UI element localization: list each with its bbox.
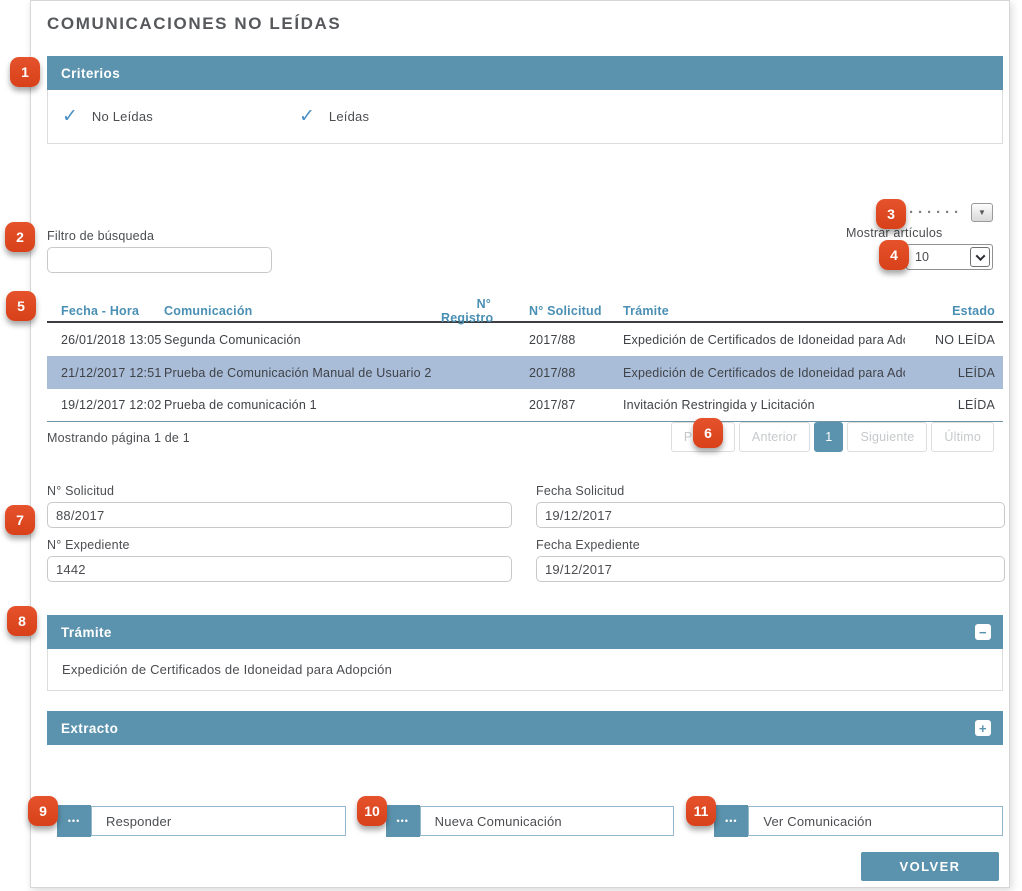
pagination-next-button[interactable]: Siguiente <box>847 422 927 452</box>
cell-tramite: Expedición de Certificados de Idoneidad … <box>609 366 905 380</box>
cell-estado: LEÍDA <box>905 398 1005 412</box>
table-row-selected[interactable]: 21/12/2017 12:51 Prueba de Comunicación … <box>47 356 1003 389</box>
criterios-title: Criterios <box>61 66 120 81</box>
cell-solicitud: 2017/87 <box>491 398 609 412</box>
annotation-badge-5: 5 <box>6 291 36 321</box>
col-header-solicitud[interactable]: N° Solicitud <box>491 304 609 318</box>
dots-menu-icon: ······ <box>909 205 963 220</box>
collapse-minus-icon[interactable]: − <box>975 624 991 640</box>
n-solicitud-label: N° Solicitud <box>47 484 512 499</box>
criterios-body: ✓ No Leídas ✓ Leídas <box>47 90 1003 144</box>
pagination-row: Mostrando página 1 de 1 Primer Anterior … <box>47 422 1003 452</box>
main-panel: COMUNICACIONES NO LEÍDAS Criterios ✓ No … <box>30 0 1010 888</box>
fecha-solicitud-label: Fecha Solicitud <box>536 484 1005 499</box>
page-size-value: 10 <box>907 250 970 264</box>
responder-label: Responder <box>91 806 346 836</box>
tramite-section: Trámite − Expedición de Certificados de … <box>47 615 1003 691</box>
annotation-badge-7: 7 <box>5 505 35 535</box>
cell-estado: NO LEÍDA <box>905 333 1005 347</box>
page-title: COMUNICACIONES NO LEÍDAS <box>47 13 1003 35</box>
checkbox-no-leidas[interactable]: ✓ No Leídas <box>62 107 153 126</box>
columns-dropdown-button[interactable]: ▼ <box>971 203 993 222</box>
extracto-section: Extracto + <box>47 711 1003 745</box>
fecha-expediente-field[interactable] <box>536 556 1005 582</box>
table-row[interactable]: 26/01/2018 13:05 Segunda Comunicación 20… <box>47 323 1003 356</box>
list-controls: ······ ▼ Mostrar artículos 10 <box>843 201 993 273</box>
ellipsis-icon: ••• <box>714 805 748 837</box>
pagination-page-1-button[interactable]: 1 <box>814 422 843 452</box>
annotation-badge-6: 6 <box>693 418 723 448</box>
col-header-fecha[interactable]: Fecha - Hora <box>47 304 164 318</box>
cell-solicitud: 2017/88 <box>491 366 609 380</box>
n-expediente-label: N° Expediente <box>47 538 512 553</box>
cell-solicitud: 2017/88 <box>491 333 609 347</box>
tramite-header[interactable]: Trámite − <box>47 615 1003 649</box>
page-size-select[interactable]: 10 <box>906 244 993 270</box>
cell-tramite: Invitación Restringida y Licitación <box>609 398 905 412</box>
col-header-estado[interactable]: Estado <box>905 304 1005 318</box>
check-icon: ✓ <box>62 107 78 126</box>
filter-label: Filtro de búsqueda <box>47 229 272 244</box>
check-icon: ✓ <box>299 107 315 126</box>
search-filter-input[interactable] <box>47 247 272 273</box>
cell-comunicacion: Prueba de Comunicación Manual de Usuario… <box>164 366 441 380</box>
criterios-header: Criterios <box>47 56 1003 90</box>
detail-form: N° Solicitud Fecha Solicitud N° Expedien… <box>47 484 1003 592</box>
ver-comunicacion-button[interactable]: ••• Ver Comunicación <box>714 805 1003 837</box>
col-header-tramite[interactable]: Trámite <box>609 304 905 318</box>
expand-plus-icon[interactable]: + <box>975 720 991 736</box>
cell-estado: LEÍDA <box>905 366 1005 380</box>
responder-button[interactable]: ••• Responder <box>57 805 346 837</box>
annotation-badge-3: 3 <box>876 199 906 229</box>
col-header-comunicacion[interactable]: Comunicación <box>164 304 441 318</box>
cell-fecha: 21/12/2017 12:51 <box>47 366 164 380</box>
table-header-row: Fecha - Hora Comunicación N° Registro N°… <box>47 297 1003 323</box>
fecha-expediente-label: Fecha Expediente <box>536 538 1005 553</box>
table-row[interactable]: 19/12/2017 12:02 Prueba de comunicación … <box>47 389 1003 422</box>
annotation-badge-10: 10 <box>357 796 387 826</box>
extracto-title: Extracto <box>61 721 118 736</box>
nueva-comunicacion-label: Nueva Comunicación <box>420 806 675 836</box>
col-header-registro[interactable]: N° Registro <box>441 297 491 325</box>
chevron-down-icon <box>975 251 985 261</box>
checkbox-no-leidas-label: No Leídas <box>92 109 153 124</box>
annotation-badge-4: 4 <box>879 240 909 270</box>
annotation-badge-2: 2 <box>5 222 35 252</box>
criterios-section: Criterios ✓ No Leídas ✓ Leídas <box>47 56 1003 144</box>
tramite-content: Expedición de Certificados de Idoneidad … <box>47 649 1003 691</box>
annotation-badge-8: 8 <box>7 606 37 636</box>
pagination-prev-button[interactable]: Anterior <box>739 422 810 452</box>
tramite-title: Trámite <box>61 625 112 640</box>
cell-comunicacion: Segunda Comunicación <box>164 333 441 347</box>
chevron-down-icon: ▼ <box>978 208 986 217</box>
cell-fecha: 26/01/2018 13:05 <box>47 333 164 347</box>
n-solicitud-field[interactable] <box>47 502 512 528</box>
extracto-header[interactable]: Extracto + <box>47 711 1003 745</box>
pagination-last-button[interactable]: Último <box>931 422 994 452</box>
footer-bar: VOLVER <box>47 852 1003 881</box>
annotation-badge-9: 9 <box>28 796 58 826</box>
n-expediente-field[interactable] <box>47 556 512 582</box>
ellipsis-icon: ••• <box>57 805 91 837</box>
fecha-solicitud-field[interactable] <box>536 502 1005 528</box>
communications-table: Fecha - Hora Comunicación N° Registro N°… <box>47 297 1003 422</box>
checkbox-leidas-label: Leídas <box>329 109 369 124</box>
cell-fecha: 19/12/2017 12:02 <box>47 398 164 412</box>
volver-button[interactable]: VOLVER <box>861 852 999 881</box>
ellipsis-icon: ••• <box>386 805 420 837</box>
controls-row: Filtro de búsqueda ······ ▼ Mostrar artí… <box>47 201 1003 273</box>
page-info-text: Mostrando página 1 de 1 <box>47 422 190 445</box>
annotation-badge-1: 1 <box>10 57 40 87</box>
select-chevron-button[interactable] <box>970 247 990 267</box>
actions-row: ••• Responder ••• Nueva Comunicación •••… <box>57 805 1003 837</box>
cell-tramite: Expedición de Certificados de Idoneidad … <box>609 333 905 347</box>
annotation-badge-11: 11 <box>686 796 716 826</box>
ver-comunicacion-label: Ver Comunicación <box>748 806 1003 836</box>
filter-block: Filtro de búsqueda <box>47 229 272 273</box>
checkbox-leidas[interactable]: ✓ Leídas <box>299 107 369 126</box>
cell-comunicacion: Prueba de comunicación 1 <box>164 398 441 412</box>
nueva-comunicacion-button[interactable]: ••• Nueva Comunicación <box>386 805 675 837</box>
